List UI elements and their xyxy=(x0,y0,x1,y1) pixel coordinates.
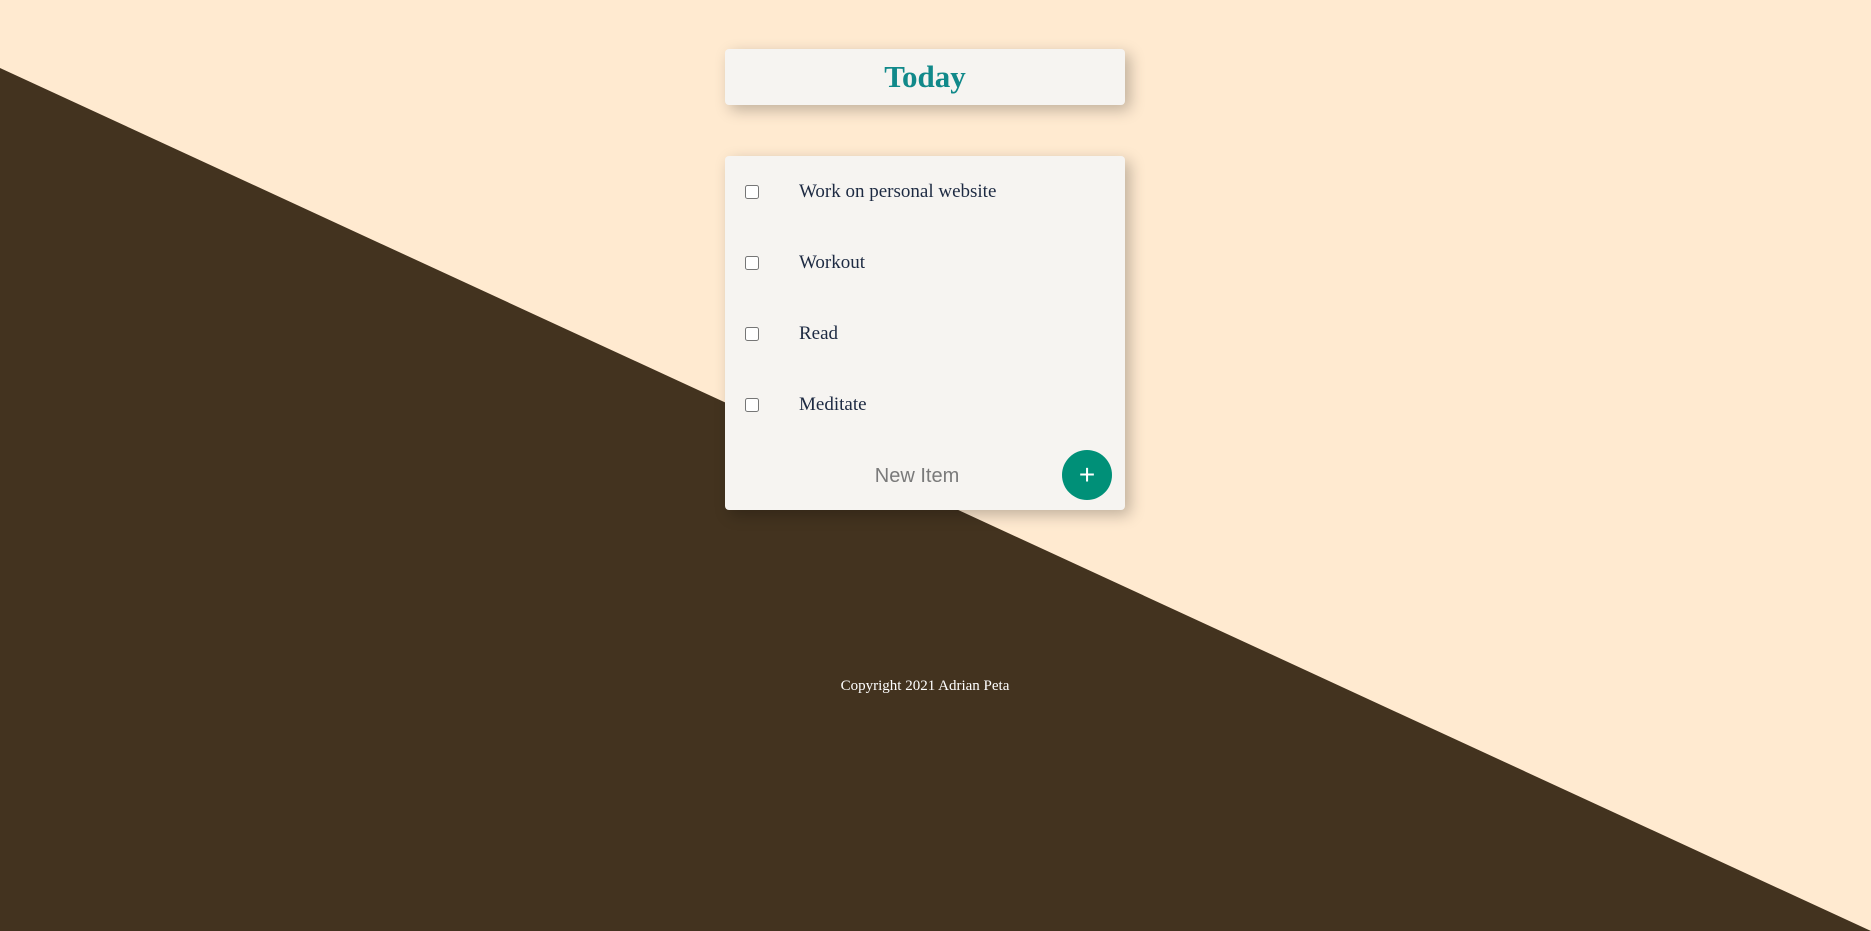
footer-copyright: Copyright 2021 Adrian Peta xyxy=(840,678,1010,694)
add-item-button[interactable]: + xyxy=(1062,450,1112,500)
heading-box: Today xyxy=(725,49,1125,105)
new-item-input[interactable] xyxy=(820,457,1014,495)
list-item: Meditate xyxy=(725,369,1125,440)
item-checkbox[interactable] xyxy=(745,397,759,412)
item-checkbox[interactable] xyxy=(745,184,759,199)
item-checkbox[interactable] xyxy=(745,326,759,341)
item-label: Read xyxy=(799,322,839,344)
list-item: Read xyxy=(725,298,1125,369)
item-checkbox[interactable] xyxy=(745,255,759,270)
new-item-form: + xyxy=(725,440,1125,510)
list-item: Work on personal website xyxy=(725,156,1125,227)
item-label: Workout xyxy=(799,251,866,273)
page-title: Today xyxy=(884,59,966,94)
list-item: Workout xyxy=(725,227,1125,298)
item-label: Meditate xyxy=(799,393,867,415)
todo-list: Work on personal website Workout Read Me… xyxy=(725,156,1125,510)
item-label: Work on personal website xyxy=(799,180,997,202)
